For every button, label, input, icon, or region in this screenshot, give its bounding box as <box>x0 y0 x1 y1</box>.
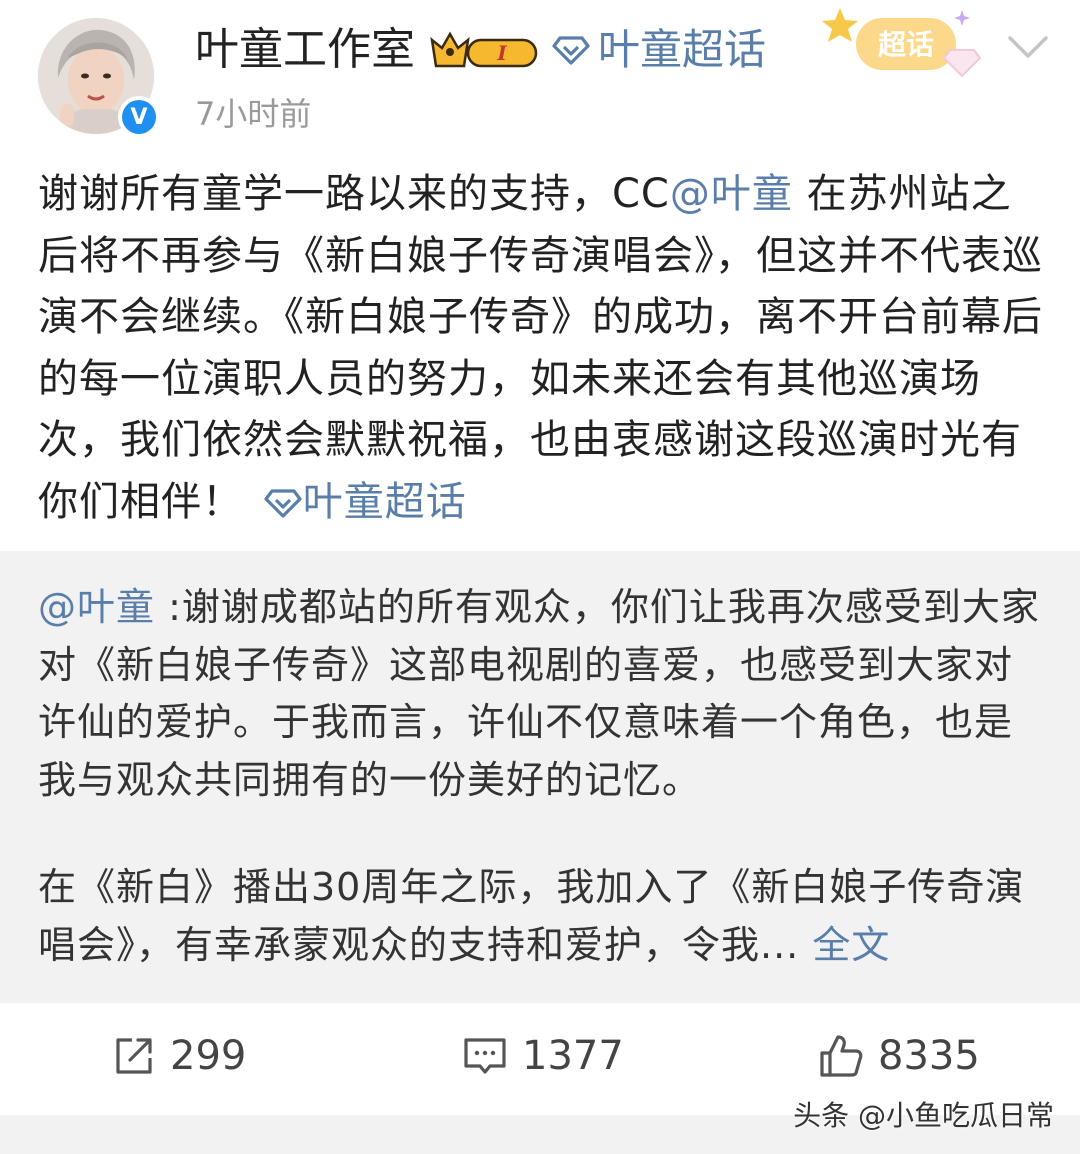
member-crown-badge-icon[interactable]: I <box>428 28 540 72</box>
post-timestamp: 7小时前 <box>195 95 312 133</box>
post-text-part2: 在苏州站之后将不再参与《新白娘子传奇演唱会》，但这并不代表巡演不会继续。《新白娘… <box>38 171 1043 525</box>
topic-link-label: 叶童超话 <box>598 25 767 74</box>
author-name[interactable]: 叶童工作室 <box>195 20 415 80</box>
full-text-link[interactable]: 全文 <box>812 923 890 967</box>
thumbs-up-icon <box>820 1035 863 1077</box>
chaohua-badge[interactable]: 超话 <box>822 4 988 84</box>
diamond-icon <box>264 488 302 518</box>
retweet-card[interactable]: @叶童 :谢谢成都站的所有观众，你们让我再次感受到大家对《新白娘子传奇》这部电视… <box>0 551 1080 1003</box>
retweet-mention-link[interactable]: @叶童 <box>38 585 155 629</box>
comment-icon <box>464 1038 506 1074</box>
comment-button[interactable]: 1377 <box>462 1033 624 1079</box>
post-text-part1: 谢谢所有童学一路以来的支持，CC <box>38 171 670 217</box>
verified-badge-icon: V <box>118 96 160 138</box>
diamond-icon <box>552 36 590 65</box>
share-icon <box>116 1038 152 1074</box>
inline-topic-label: 叶童超话 <box>302 478 467 525</box>
chevron-down-icon[interactable] <box>1004 30 1052 64</box>
post-body: 谢谢所有童学一路以来的支持，CC@叶童 在苏州站之后将不再参与《新白娘子传奇演唱… <box>38 164 1048 533</box>
topic-link[interactable]: 叶童超话 <box>552 20 766 80</box>
retweet-paragraph-2: 在《新白》播出30周年之际，我加入了《新白娘子传奇演唱会》，有幸承蒙观众的支持和… <box>38 859 1048 974</box>
repost-count: 299 <box>170 1033 247 1079</box>
comment-count: 1377 <box>522 1033 624 1079</box>
retweet-text-1: :谢谢成都站的所有观众，你们让我再次感受到大家对《新白娘子传奇》这部电视剧的喜爱… <box>38 585 1040 802</box>
chaohua-badge-label: 超话 <box>878 28 934 61</box>
inline-topic-link[interactable]: 叶童超话 <box>257 479 467 525</box>
like-button[interactable]: 8335 <box>818 1033 980 1079</box>
watermark-text: 头条 @小鱼吃瓜日常 <box>793 1099 1054 1132</box>
member-level-text: I <box>496 41 507 65</box>
retweet-paragraph-1: @叶童 :谢谢成都站的所有观众，你们让我再次感受到大家对《新白娘子传奇》这部电视… <box>38 579 1048 809</box>
post-header: V 叶童工作室 I 叶童超话 7小时前 超话 <box>0 0 1080 150</box>
like-count: 8335 <box>878 1033 980 1079</box>
mention-link[interactable]: @叶童 <box>670 171 793 217</box>
repost-button[interactable]: 299 <box>112 1033 246 1079</box>
